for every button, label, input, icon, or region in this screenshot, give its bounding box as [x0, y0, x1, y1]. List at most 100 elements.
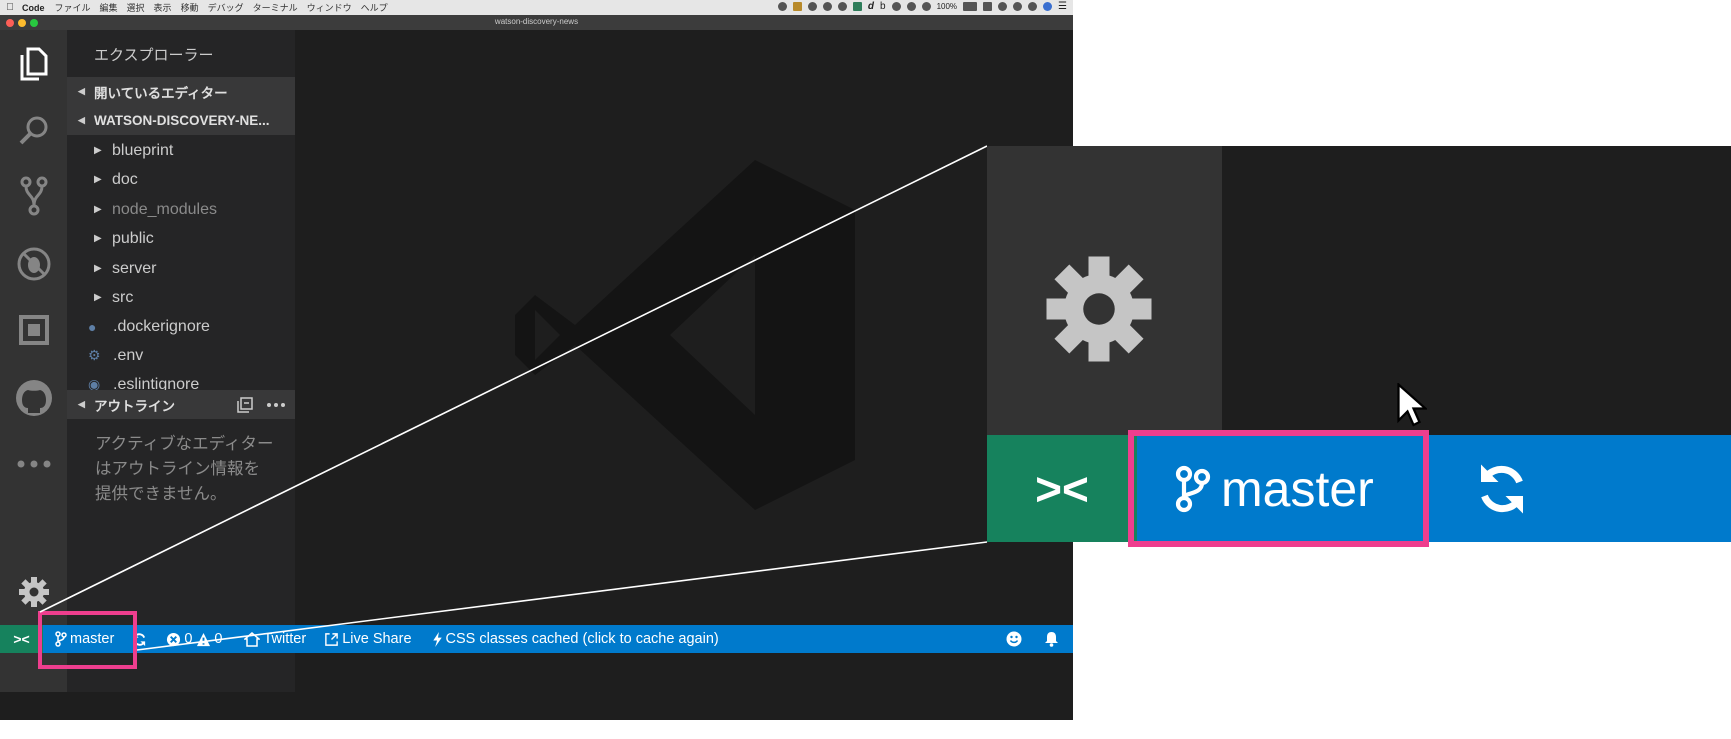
menu-selection[interactable]: 選択: [127, 1, 145, 14]
github-icon[interactable]: [0, 368, 67, 428]
search-icon[interactable]: [0, 100, 67, 160]
menu-view[interactable]: 表示: [154, 1, 172, 14]
mouse-cursor-icon: [1397, 383, 1427, 427]
tray-wifi-icon[interactable]: [906, 2, 916, 11]
live-share-icon: [325, 632, 339, 646]
eslint-file-icon: ◉: [88, 376, 101, 390]
explorer-title: エクスプローラー: [94, 47, 214, 64]
tree-item-label: public: [112, 229, 154, 247]
workspace-section[interactable]: ◀ WATSON-DISCOVERY-NE...: [67, 106, 295, 135]
tray-list-icon[interactable]: [998, 2, 1008, 11]
tree-item-env[interactable]: ⚙ .env: [67, 341, 295, 370]
source-control-icon[interactable]: [0, 166, 67, 226]
twitter-status[interactable]: Twitter: [244, 631, 306, 647]
problems-status[interactable]: 0 0: [166, 631, 222, 647]
tray-eye-icon[interactable]: [807, 2, 817, 11]
tray-docker-icon[interactable]: [822, 2, 832, 11]
docker-file-icon: ●: [88, 318, 97, 335]
tray-input-icon[interactable]: [983, 2, 993, 11]
tray-cloud-icon[interactable]: [891, 2, 901, 11]
vscode-watermark-icon: [515, 160, 855, 510]
tree-item-label: .dockerignore: [113, 317, 210, 335]
screenshot-stage:  Code ファイル 編集 選択 表示 移動 デバッグ ターミナル ウィンドウ…: [0, 0, 1731, 739]
tree-item-eslintignore[interactable]: ◉ .eslintignore: [67, 370, 295, 390]
more-icon[interactable]: [0, 434, 67, 494]
live-share-label: Live Share: [342, 631, 412, 647]
menu-debug[interactable]: デバッグ: [208, 1, 244, 14]
tree-item-doc[interactable]: ▶ doc: [67, 165, 295, 194]
chevron-right-icon: ▶: [94, 292, 102, 303]
tray-app-icon[interactable]: [852, 2, 862, 11]
tray-clock-icon[interactable]: [1013, 2, 1023, 11]
menu-terminal[interactable]: ターミナル: [253, 1, 298, 14]
explorer-icon[interactable]: [0, 34, 67, 94]
tree-item-label: blueprint: [112, 141, 174, 159]
explorer-sidebar: エクスプローラー ◀ 開いているエディター ◀ WATSON-DISCOVERY…: [67, 30, 295, 692]
menu-go[interactable]: 移動: [181, 1, 199, 14]
debug-icon[interactable]: [0, 234, 67, 294]
settings-file-icon: ⚙: [88, 347, 101, 363]
chevron-right-icon: ▶: [94, 263, 102, 274]
sync-icon: [1481, 464, 1523, 513]
extensions-icon[interactable]: [0, 300, 67, 360]
spotlight-icon[interactable]: [1028, 2, 1038, 11]
tree-item-src[interactable]: ▶ src: [67, 283, 295, 312]
branch-highlight-box: [38, 611, 137, 669]
chevron-right-icon: ▶: [94, 233, 102, 244]
menu-help[interactable]: ヘルプ: [361, 1, 388, 14]
collapse-triangle-icon: ◀: [78, 115, 85, 125]
notification-bell-icon[interactable]: [1044, 631, 1059, 647]
battery-percent[interactable]: 100%: [937, 2, 957, 11]
error-count: 0: [184, 631, 193, 647]
tray-record-icon[interactable]: [777, 2, 787, 11]
css-cache-label: CSS classes cached (click to cache again…: [445, 631, 719, 647]
lightning-icon: [432, 631, 442, 647]
chevron-right-icon: ▶: [94, 145, 102, 156]
battery-icon[interactable]: [963, 2, 978, 11]
remote-indicator[interactable]: ><: [0, 625, 43, 653]
window-title: watson-discovery-news: [494, 17, 579, 26]
more-actions-icon[interactable]: [267, 402, 285, 407]
notification-center-icon[interactable]: ☰: [1058, 1, 1067, 12]
css-cache-status[interactable]: CSS classes cached (click to cache again…: [432, 631, 719, 647]
feedback-smiley-icon[interactable]: [1006, 631, 1022, 647]
zoom-activity-bar: [987, 146, 1222, 435]
tree-item-label: .eslintignore: [113, 376, 200, 390]
workspace-label: WATSON-DISCOVERY-NE...: [94, 113, 270, 128]
mac-menubar:  Code ファイル 編集 選択 表示 移動 デバッグ ターミナル ウィンドウ…: [0, 0, 1073, 15]
tray-circle-icon[interactable]: [837, 2, 847, 11]
twitter-label: Twitter: [263, 631, 307, 647]
tree-item-label: node_modules: [112, 200, 217, 218]
tree-item-label: doc: [112, 170, 138, 188]
tray-b-icon[interactable]: b: [880, 1, 886, 12]
menu-file[interactable]: ファイル: [55, 1, 91, 14]
editor-area: [295, 30, 1073, 692]
tray-shield-icon[interactable]: [792, 2, 802, 11]
error-icon: [167, 632, 181, 646]
outline-actions: [237, 390, 285, 419]
app-name[interactable]: Code: [22, 3, 45, 13]
activity-bar: [0, 30, 67, 692]
gear-icon: [1046, 256, 1152, 362]
status-right: [1006, 625, 1059, 653]
open-editors-section[interactable]: ◀ 開いているエディター: [67, 77, 295, 106]
tree-item-server[interactable]: ▶ server: [67, 254, 295, 283]
tree-item-dockerignore[interactable]: ● .dockerignore: [67, 312, 295, 341]
vscode-window:  Code ファイル 編集 選択 表示 移動 デバッグ ターミナル ウィンドウ…: [0, 0, 1073, 720]
live-share-status[interactable]: Live Share: [324, 631, 412, 647]
chevron-right-icon: ▶: [94, 174, 102, 185]
tree-item-node-modules[interactable]: ▶ node_modules: [67, 195, 295, 224]
tray-user-icon[interactable]: [1043, 2, 1053, 11]
menubar-tray: d b 100% ☰: [777, 1, 1067, 12]
tray-d-icon[interactable]: d: [868, 1, 874, 12]
tree-item-public[interactable]: ▶ public: [67, 224, 295, 253]
tree-item-blueprint[interactable]: ▶ blueprint: [67, 136, 295, 165]
collapse-triangle-icon: ◀: [78, 399, 85, 409]
apple-icon[interactable]: : [0, 2, 20, 13]
menu-edit[interactable]: 編集: [100, 1, 118, 14]
tray-volume-icon[interactable]: [921, 2, 931, 11]
collapse-all-icon[interactable]: [237, 396, 253, 413]
home-icon: [244, 631, 261, 647]
menu-window[interactable]: ウィンドウ: [307, 1, 352, 14]
outline-section[interactable]: ◀ アウトライン: [67, 390, 295, 419]
